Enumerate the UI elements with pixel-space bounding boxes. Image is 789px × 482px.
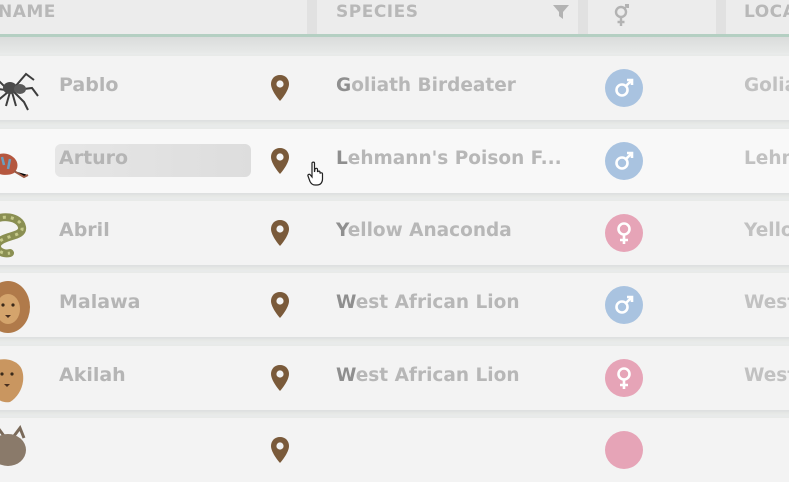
table-row[interactable]: Akilah West African Lion West bbox=[0, 346, 789, 410]
location-name: Golia bbox=[744, 75, 789, 96]
table-row[interactable]: Arturo Lehmann's Poison F... Lehm bbox=[0, 129, 789, 193]
species-name: West African Lion bbox=[336, 292, 520, 313]
map-pin-icon[interactable] bbox=[270, 436, 290, 468]
table-row[interactable]: Malawa West African Lion West bbox=[0, 273, 789, 337]
filter-icon[interactable] bbox=[552, 3, 570, 25]
header-shadow bbox=[0, 37, 789, 53]
species-name: Lehmann's Poison F... bbox=[336, 148, 562, 169]
column-divider bbox=[307, 0, 317, 34]
gender-symbol-icon[interactable] bbox=[611, 1, 631, 33]
table-row[interactable] bbox=[0, 418, 789, 482]
map-pin-icon[interactable] bbox=[270, 147, 290, 179]
male-icon bbox=[605, 286, 643, 324]
female-icon bbox=[605, 214, 643, 252]
species-name: Goliath Birdeater bbox=[336, 75, 516, 96]
column-divider bbox=[578, 0, 588, 34]
table-row[interactable]: Pablo Goliath Birdeater Golia bbox=[0, 56, 789, 120]
table-header: NAME SPECIES LOCA bbox=[0, 0, 789, 34]
animal-name[interactable]: Arturo bbox=[59, 147, 128, 169]
male-icon bbox=[605, 142, 643, 180]
cat-avatar bbox=[0, 424, 36, 476]
female-icon bbox=[605, 359, 643, 397]
location-name: West bbox=[744, 292, 789, 313]
snake-avatar bbox=[0, 207, 36, 259]
frog-avatar bbox=[0, 135, 36, 187]
map-pin-icon[interactable] bbox=[270, 74, 290, 106]
animal-name[interactable]: Akilah bbox=[59, 364, 126, 386]
lioness-avatar bbox=[0, 352, 36, 404]
animal-name[interactable]: Pablo bbox=[59, 74, 118, 96]
column-header-location[interactable]: LOCA bbox=[744, 2, 789, 22]
map-pin-icon[interactable] bbox=[270, 219, 290, 251]
map-pin-icon[interactable] bbox=[270, 291, 290, 323]
table-row[interactable]: Abril Yellow Anaconda Yello bbox=[0, 201, 789, 265]
species-name: Yellow Anaconda bbox=[336, 220, 512, 241]
species-name: West African Lion bbox=[336, 365, 520, 386]
hand-pointer-cursor bbox=[307, 161, 325, 191]
column-divider bbox=[716, 0, 726, 34]
location-name: West bbox=[744, 365, 789, 386]
lion-avatar bbox=[0, 279, 36, 333]
location-name: Lehm bbox=[744, 148, 789, 169]
female-icon bbox=[605, 431, 643, 469]
column-header-species[interactable]: SPECIES bbox=[336, 2, 418, 22]
animal-name[interactable]: Malawa bbox=[59, 291, 140, 313]
map-pin-icon[interactable] bbox=[270, 364, 290, 396]
male-icon bbox=[605, 69, 643, 107]
location-name: Yello bbox=[744, 220, 789, 241]
animal-name[interactable]: Abril bbox=[59, 219, 110, 241]
column-header-name[interactable]: NAME bbox=[0, 2, 56, 22]
spider-avatar bbox=[0, 62, 39, 114]
